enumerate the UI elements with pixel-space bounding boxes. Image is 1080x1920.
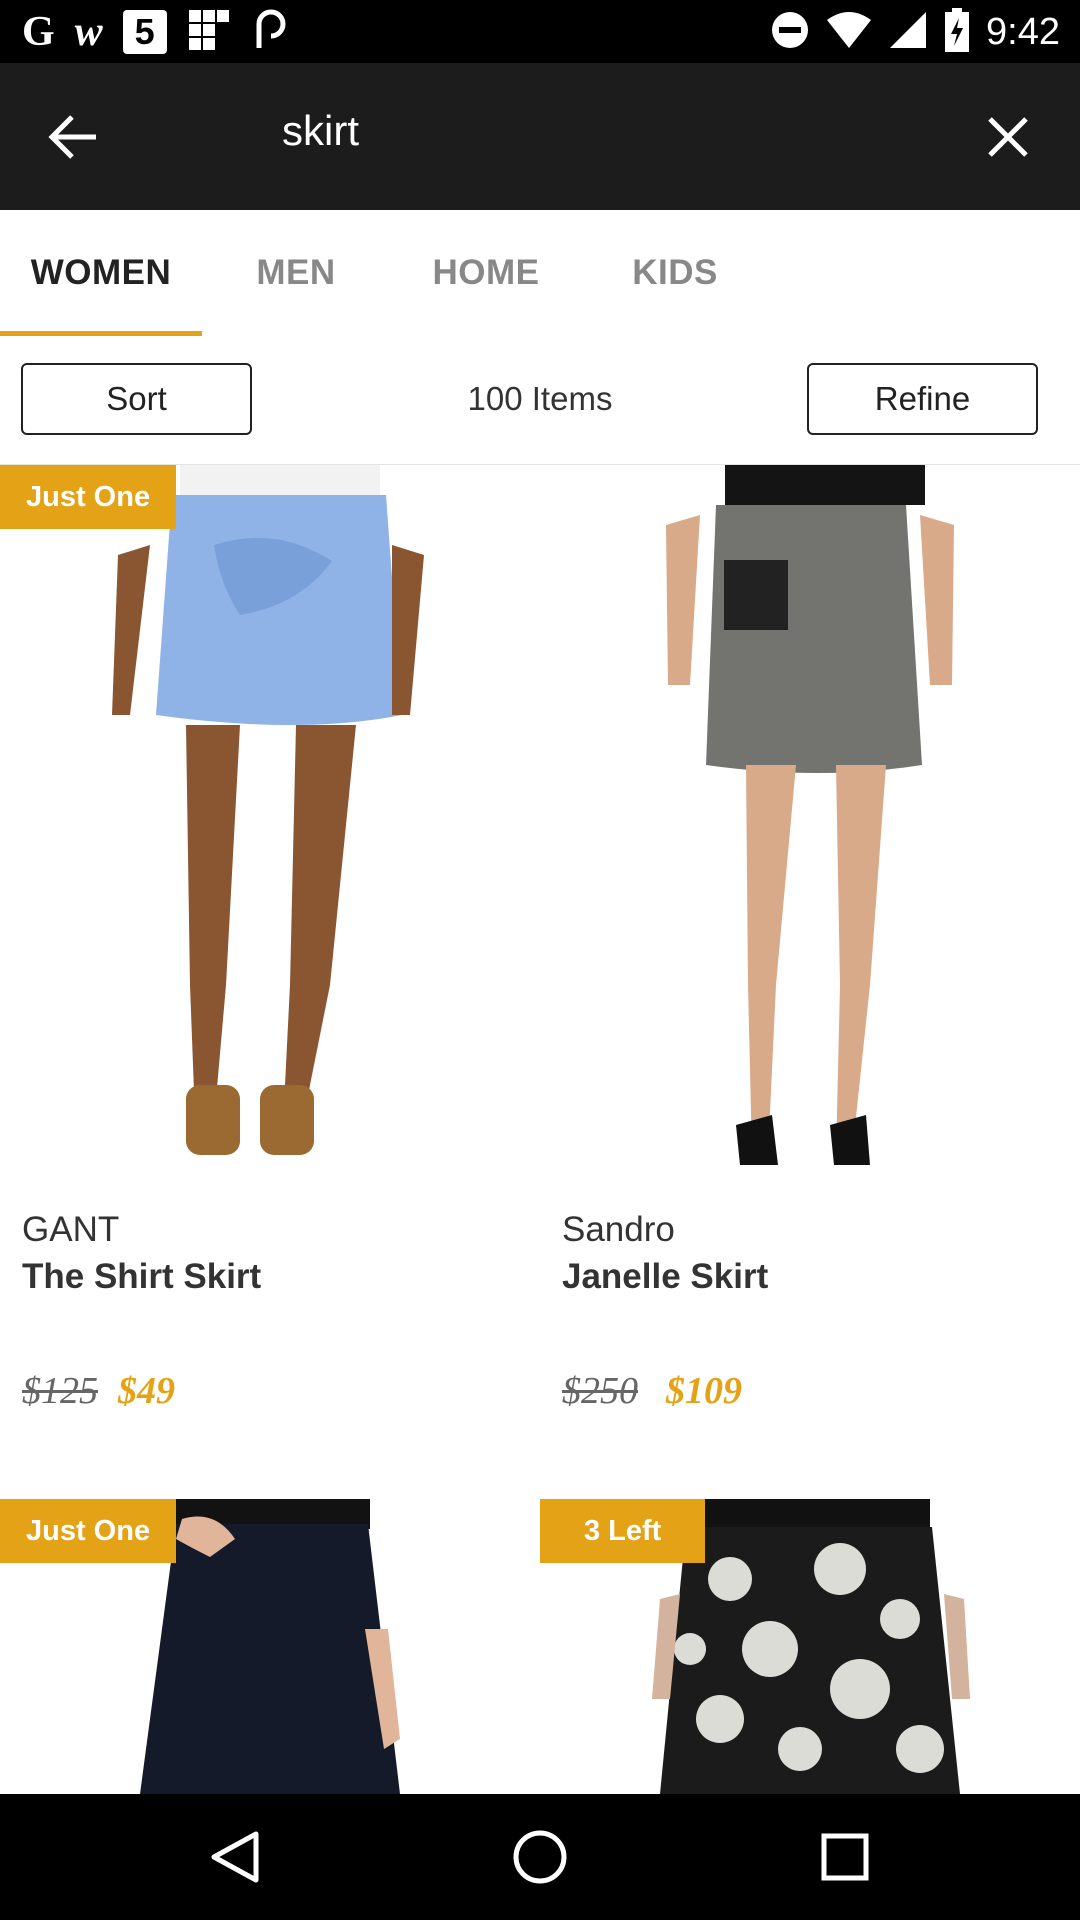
product-card[interactable]: Just One	[0, 1499, 540, 1794]
product-brand: Sandro	[562, 1210, 675, 1249]
grid-app-icon	[187, 8, 231, 57]
tab-kids[interactable]: KIDS	[610, 210, 740, 336]
sort-button[interactable]: Sort	[21, 363, 252, 435]
product-image[interactable]: 3 Left	[540, 1499, 1080, 1794]
w-app-icon: w	[74, 9, 103, 55]
product-card[interactable]: Sandro Janelle Skirt $250 $109	[540, 465, 1080, 1499]
signal-icon	[888, 10, 928, 55]
search-input[interactable]: skirt	[282, 107, 359, 155]
notification-icons: G w 5	[22, 8, 291, 56]
google-icon: G	[22, 9, 55, 55]
system-icons: 9:42	[770, 7, 1060, 57]
clear-search-button[interactable]	[974, 103, 1042, 171]
sale-price: $49	[118, 1370, 175, 1412]
link-app-icon	[251, 8, 291, 57]
item-count: 100 Items	[467, 380, 613, 417]
stock-badge: 3 Left	[540, 1499, 706, 1563]
product-card[interactable]: 3 Left	[540, 1499, 1080, 1794]
recents-square-icon	[821, 1833, 869, 1881]
back-triangle-icon	[211, 1831, 259, 1883]
search-header: skirt	[0, 63, 1080, 210]
original-price: $250	[562, 1370, 638, 1412]
product-image[interactable]: Just One	[0, 465, 540, 1185]
results-toolbar: Sort 100 Items Refine	[0, 336, 1080, 467]
wifi-icon	[826, 10, 872, 55]
product-name[interactable]: Janelle Skirt	[562, 1257, 768, 1297]
nav-home-button[interactable]	[505, 1822, 575, 1892]
nav-recents-button[interactable]	[810, 1822, 880, 1892]
tab-men[interactable]: MEN	[226, 210, 366, 336]
system-nav-bar	[0, 1794, 1080, 1920]
product-brand: GANT	[22, 1210, 120, 1249]
tab-women[interactable]: WOMEN	[0, 210, 202, 336]
nav-back-button[interactable]	[200, 1822, 270, 1892]
product-card[interactable]: Just One GANT The Shirt Skirt $125 $49	[0, 465, 540, 1499]
battery-charging-icon	[944, 7, 970, 57]
original-price: $125	[22, 1370, 98, 1412]
home-circle-icon	[513, 1830, 567, 1884]
stock-badge: Just One	[0, 1499, 177, 1563]
do-not-disturb-icon	[770, 10, 810, 55]
close-icon	[988, 117, 1028, 157]
product-image[interactable]	[540, 465, 1080, 1185]
product-image[interactable]: Just One	[0, 1499, 540, 1794]
product-name[interactable]: The Shirt Skirt	[22, 1257, 261, 1297]
stock-badge: Just One	[0, 465, 177, 529]
refine-button[interactable]: Refine	[807, 363, 1038, 435]
sale-price: $109	[666, 1370, 742, 1412]
category-tabs: WOMEN MEN HOME KIDS	[0, 210, 1080, 336]
tab-home[interactable]: HOME	[408, 210, 564, 336]
clock: 9:42	[986, 10, 1060, 53]
back-button[interactable]	[40, 103, 108, 171]
arrow-left-icon	[48, 115, 96, 159]
html5-icon: 5	[122, 10, 167, 54]
status-bar: G w 5 9:42	[0, 0, 1080, 63]
